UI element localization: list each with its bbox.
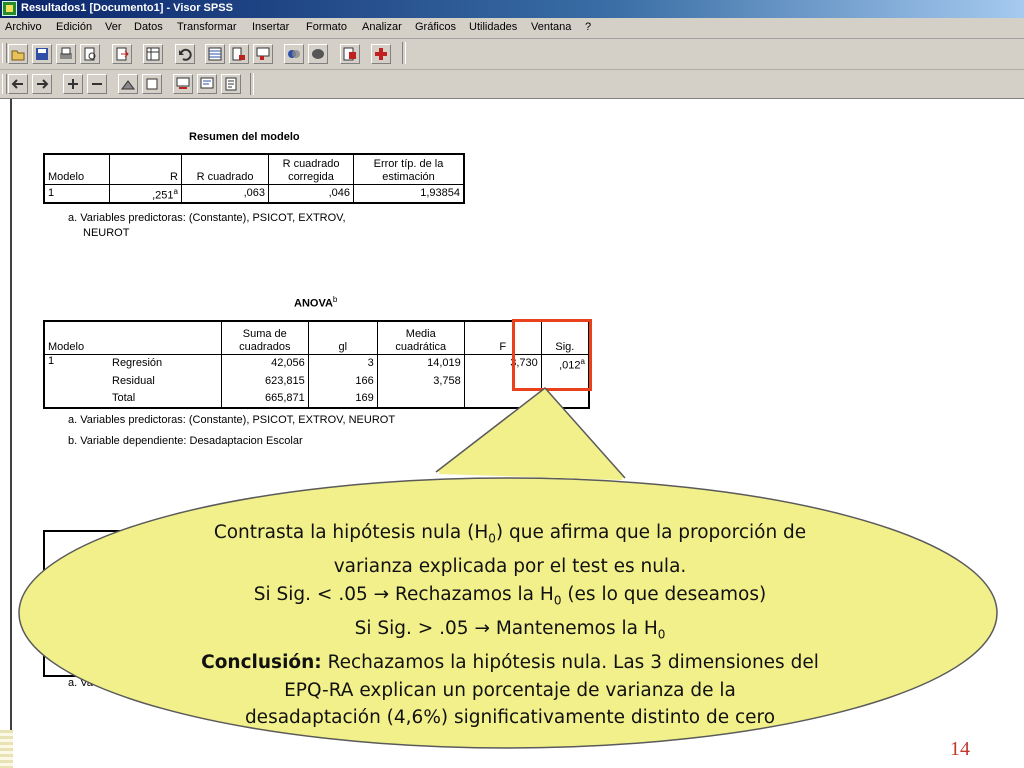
callout-subscript: 0 bbox=[657, 627, 666, 642]
callout-text-part: Rechazamos la hipótesis nula. Las 3 dime… bbox=[321, 652, 819, 674]
callout-text: Contrasta la hipótesis nula (H0) que afi… bbox=[140, 519, 880, 732]
callout-line: Contrasta la hipótesis nula (H0) que afi… bbox=[140, 519, 880, 553]
slide-page-number: 14 bbox=[950, 738, 970, 760]
callout-text-part: (es lo que deseamos) bbox=[561, 583, 767, 605]
callout-line: desadaptación (4,6%) significativamente … bbox=[244, 707, 776, 729]
callout-text-part: Si Sig. < .05 → Rechazamos la H bbox=[253, 583, 554, 605]
callout-text-part: Si Sig. > .05 → Mantenemos la H bbox=[354, 617, 658, 639]
callout-text-part: ) que afirma que la proporción de bbox=[495, 522, 807, 543]
callout-line: EPQ-RA explican un porcentaje de varianz… bbox=[284, 679, 736, 701]
callout-subscript: 0 bbox=[488, 531, 496, 546]
callout-line: Si Sig. < .05 → Rechazamos la H0 (es lo … bbox=[140, 581, 880, 615]
callout-text-part: Contrasta la hipótesis nula (H bbox=[213, 522, 489, 543]
callout-bold-label: Conclusión: bbox=[201, 652, 322, 674]
callout-line: varianza explicada por el test es nula. bbox=[333, 556, 687, 578]
callout-line: Si Sig. > .05 → Mantenemos la H0 bbox=[140, 615, 880, 649]
callout-line: Conclusión: Rechazamos la hipótesis nula… bbox=[140, 649, 880, 677]
